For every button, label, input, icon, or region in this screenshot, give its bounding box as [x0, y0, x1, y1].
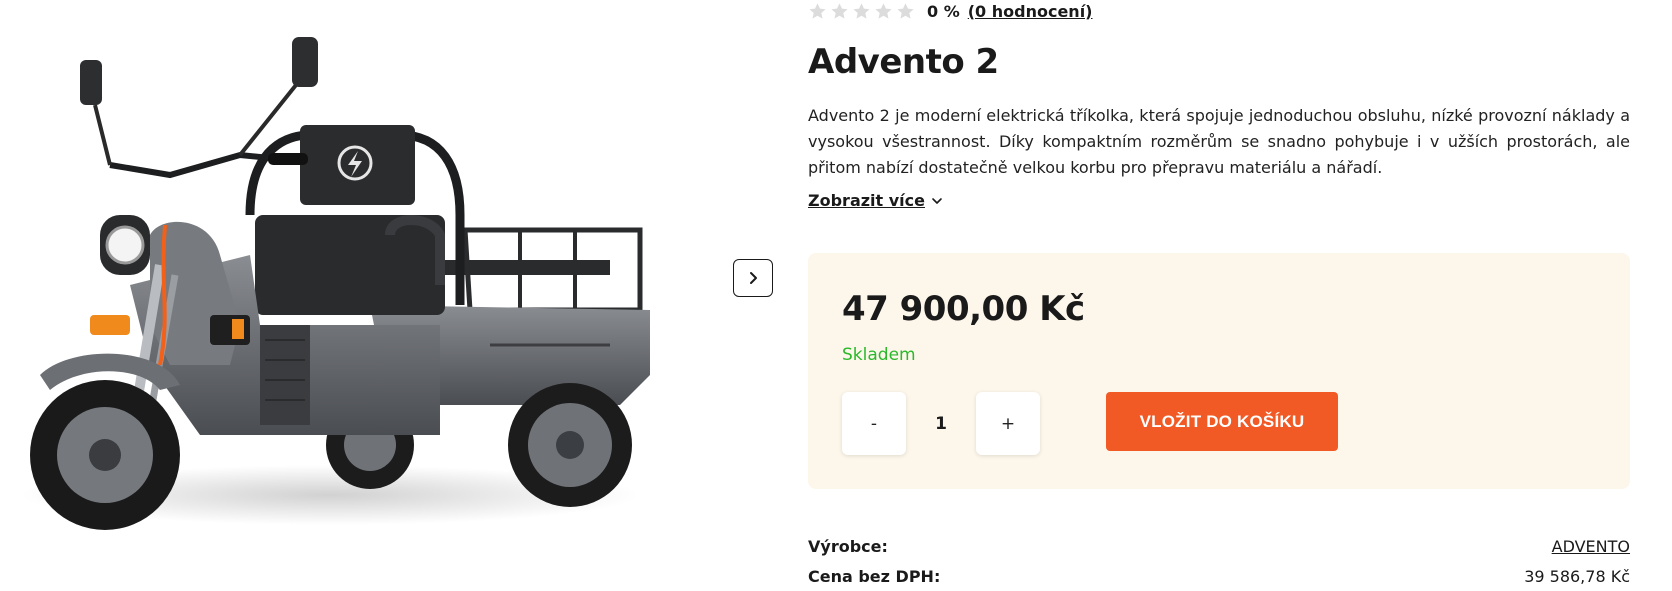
param-label: Cena bez DPH: [808, 566, 941, 586]
param-label: Výrobce: [808, 536, 888, 556]
product-rating: 0 % (0 hodnocení) [808, 0, 1093, 22]
quantity-decrease-button[interactable]: - [842, 392, 906, 455]
rating-stars[interactable] [808, 2, 915, 21]
rating-percent: 0 % [927, 1, 960, 21]
price-without-vat: 39 586,78 Kč [1524, 566, 1630, 586]
product-info: 0 % (0 hodnocení) Advento 2 Advento 2 je… [808, 0, 1630, 591]
product-parameters: Výrobce: ADVENTO Cena bez DPH: 39 586,78… [808, 531, 1630, 591]
rating-count-link[interactable]: (0 hodnocení) [968, 2, 1093, 21]
product-price: 47 900,00 Kč [842, 289, 1085, 329]
gallery-next-button[interactable] [733, 259, 773, 297]
chevron-right-icon [750, 272, 757, 284]
chevron-down-icon [932, 197, 942, 204]
manufacturer-link[interactable]: ADVENTO [1552, 537, 1630, 556]
quantity-input[interactable]: 1 [906, 392, 976, 455]
product-image[interactable] [10, 25, 650, 545]
show-more-label: Zobrazit více [808, 191, 925, 210]
star-icon [809, 2, 826, 19]
buy-box: 47 900,00 Kč Skladem - 1 + VLOŽIT DO KOŠ… [808, 253, 1630, 489]
stock-status: Skladem [842, 345, 916, 365]
param-row-price-without-vat: Cena bez DPH: 39 586,78 Kč [808, 561, 1630, 591]
product-gallery [0, 0, 773, 591]
product-title: Advento 2 [808, 42, 999, 82]
quantity-increase-button[interactable]: + [976, 392, 1040, 455]
star-icon [875, 2, 892, 19]
product-description: Advento 2 je moderní elektrická tříkolka… [808, 106, 1630, 177]
star-icon [897, 2, 914, 19]
star-icon [853, 2, 870, 19]
star-icon [831, 2, 848, 19]
show-more-link[interactable]: Zobrazit více [808, 191, 943, 210]
add-to-cart-button[interactable]: VLOŽIT DO KOŠÍKU [1106, 392, 1338, 451]
param-row-manufacturer: Výrobce: ADVENTO [808, 531, 1630, 561]
